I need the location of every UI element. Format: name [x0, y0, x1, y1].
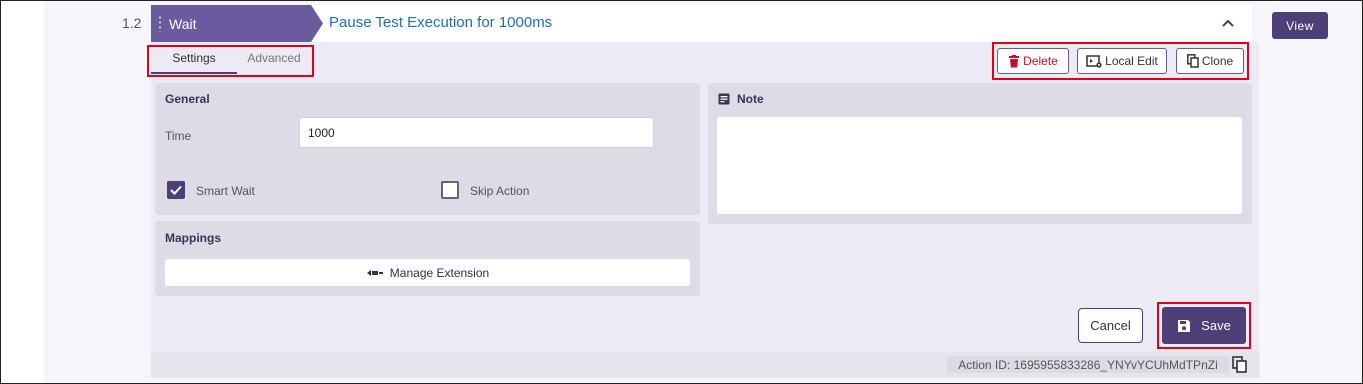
copy-icon[interactable] [1232, 356, 1248, 373]
step-type-label: Wait [169, 15, 197, 32]
manage-extension-button[interactable]: Manage Extension [165, 259, 690, 286]
checkmark-icon [170, 185, 182, 195]
floppy-disk-icon [1178, 319, 1191, 332]
note-title: Note [737, 92, 764, 106]
clone-icon [1186, 54, 1199, 68]
note-icon [718, 93, 730, 105]
local-edit-icon [1086, 54, 1102, 68]
trash-icon [1009, 54, 1020, 67]
tab-settings[interactable]: Settings [151, 47, 237, 74]
delete-button[interactable]: Delete [997, 48, 1069, 74]
view-button[interactable]: View [1272, 12, 1328, 39]
chevron-up-icon[interactable] [1220, 16, 1236, 30]
general-title: General [165, 92, 210, 106]
save-label: Save [1201, 318, 1231, 333]
clone-label: Clone [1201, 54, 1234, 68]
skip-action-label: Skip Action [470, 184, 530, 198]
manage-extension-label: Manage Extension [389, 265, 490, 280]
drag-handle-icon[interactable] [158, 15, 162, 32]
action-id-text: Action ID: 1695955833286_YNYvYCUhMdTPnZi [947, 356, 1229, 373]
cancel-button[interactable]: Cancel [1078, 308, 1143, 343]
local-edit-label: Local Edit [1105, 54, 1158, 68]
clone-button[interactable]: Clone [1176, 48, 1244, 74]
delete-label: Delete [1023, 54, 1058, 68]
smart-wait-label: Smart Wait [196, 184, 255, 198]
mappings-title: Mappings [165, 231, 221, 245]
step-number: 1.2 [122, 15, 142, 31]
save-button[interactable]: Save [1162, 307, 1246, 344]
smart-wait-checkbox[interactable] [167, 181, 185, 199]
step-type-tag[interactable]: Wait [151, 5, 323, 42]
local-edit-button[interactable]: Local Edit [1077, 48, 1167, 74]
time-input[interactable]: 1000 [299, 117, 654, 148]
tab-advanced[interactable]: Advanced [237, 47, 311, 74]
skip-action-checkbox[interactable] [441, 181, 459, 199]
tab-bar: Settings Advanced [151, 47, 311, 74]
plug-connector-icon [366, 269, 383, 276]
time-label: Time [165, 129, 192, 143]
step-title[interactable]: Pause Test Execution for 1000ms [329, 14, 552, 31]
note-textarea[interactable] [717, 117, 1242, 214]
